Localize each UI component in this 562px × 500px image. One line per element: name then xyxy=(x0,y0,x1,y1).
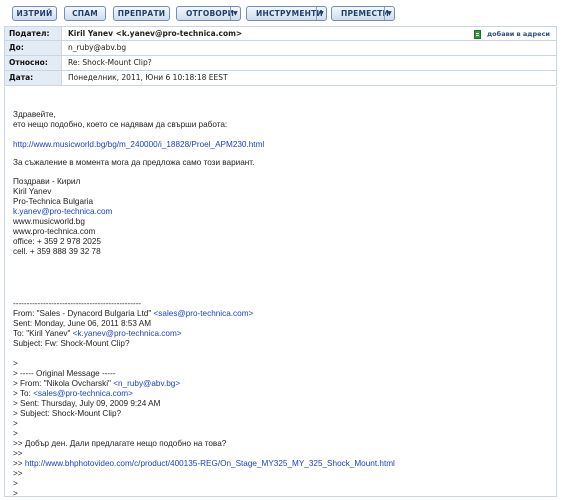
header-row-date: Дата: Понеделник, 2011, Юни 6 10:18:18 E… xyxy=(4,71,557,86)
header-row-from: Подател: Kiril Yanev <k.yanev@pro-techni… xyxy=(4,26,557,41)
bhphoto-product-link[interactable]: http://www.bhphotovideo.com/c/product/40… xyxy=(25,459,395,468)
quote-marker: > xyxy=(13,489,18,498)
quote-link-line: >> http://www.bhphotovideo.com/c/product… xyxy=(13,459,395,469)
quote-subject-line: Subject: Fw: Shock-Mount Clip? xyxy=(13,339,130,348)
delete-button-label: ИЗТРИЙ xyxy=(16,9,53,18)
quote-question-line: >> Добър ден. Дали предлагате нещо подоб… xyxy=(13,439,227,448)
quote-marker: > xyxy=(13,479,18,488)
quote-link-prefix: >> xyxy=(13,459,25,468)
move-button[interactable]: ПРЕМЕСТИ ▼ xyxy=(331,6,395,21)
quote-subject2-line: > Subject: Shock-Mount Clip? xyxy=(13,409,122,418)
note-line: За съжаление в момента мога да предложа … xyxy=(13,158,255,167)
tools-button[interactable]: ИНСТРУМЕНТИ ▼ xyxy=(246,6,327,21)
sig-web1: www.musicworld.bg xyxy=(13,217,85,226)
quote-to2-line: > To: <sales@pro-technica.com> xyxy=(13,389,133,399)
to-value[interactable]: n_ruby@abv.bg xyxy=(62,41,556,55)
quote-sent2-line: > Sent: Thursday, July 09, 2009 9:24 AM xyxy=(13,399,161,408)
reply-button[interactable]: ОТГОВОРИ ▼ xyxy=(176,6,241,21)
quote-marker: >> xyxy=(13,469,23,478)
chevron-down-icon[interactable]: ▼ xyxy=(230,7,240,20)
quote-from2-line: > From: "Nikola Ovcharski" <n_ruby@abv.b… xyxy=(13,379,180,389)
sig-office: office: + 359 2 978 2025 xyxy=(13,237,101,246)
from-label: Подател: xyxy=(5,27,62,40)
delete-button[interactable]: ИЗТРИЙ xyxy=(12,6,57,21)
quote-marker: >> xyxy=(13,449,23,458)
tools-button-label: ИНСТРУМЕНТИ xyxy=(256,9,323,18)
subject-label: Относно: xyxy=(5,56,62,70)
chevron-down-icon[interactable]: ▼ xyxy=(384,7,394,20)
toolbar: ИЗТРИЙ СПАМ ПРЕПРАТИ ОТГОВОРИ ▼ ИНСТРУМЕ… xyxy=(0,0,562,24)
quote-from2-text: > From: "Nikola Ovcharski" xyxy=(13,379,114,388)
date-value: Понеделник, 2011, Юни 6 10:18:18 EEST xyxy=(68,73,228,82)
from-value: Kiril Yanev <k.yanev@pro-technica.com> д… xyxy=(62,27,556,40)
message-body: Здравейте, ето нещо подобно, което се на… xyxy=(4,87,557,498)
sig-cell: cell. + 359 888 39 32 78 xyxy=(13,247,101,256)
spam-button-label: СПАМ xyxy=(72,9,98,18)
quote-to2-text: > To: xyxy=(13,389,34,398)
quote-marker: > xyxy=(13,429,18,438)
quote-to-line: To: "Kiril Yanev" <k.yanev@pro-technica.… xyxy=(13,329,182,339)
header-row-to: До: n_ruby@abv.bg xyxy=(4,41,557,56)
add-to-contacts-button[interactable]: добави в адреси xyxy=(473,27,550,41)
sig-email-link[interactable]: k.yanev@pro-technica.com xyxy=(13,207,112,217)
sig-web2: www.pro-technica.com xyxy=(13,227,96,236)
sender-address[interactable]: Kiril Yanev <k.yanev@pro-technica.com> xyxy=(68,29,242,38)
forward-button-label: ПРЕПРАТИ xyxy=(117,9,166,18)
header-row-subject: Относно: Re: Shock-Mount Clip? xyxy=(4,56,557,71)
quote-from-line: From: "Sales - Dynacord Bulgaria Ltd" <s… xyxy=(13,309,253,319)
quote-to2-email-link[interactable]: <sales@pro-technica.com> xyxy=(33,389,133,398)
address-book-icon xyxy=(473,29,481,39)
quote-to-email-link[interactable]: <k.yanev@pro-technica.com> xyxy=(73,329,182,338)
reply-button-label: ОТГОВОРИ xyxy=(186,9,235,18)
greeting: Здравейте, xyxy=(13,110,56,119)
quote-from2-email-link[interactable]: <n_ruby@abv.bg> xyxy=(113,379,180,388)
sig-company: Pro-Technica Bulgaria xyxy=(13,197,94,206)
intro-line: ето нещо подобно, което се надявам да св… xyxy=(13,120,228,129)
subject-value: Re: Shock-Mount Clip? xyxy=(68,58,152,67)
chevron-down-icon[interactable]: ▼ xyxy=(316,7,326,20)
quote-marker: > xyxy=(13,419,18,428)
quote-separator: ----------------------------------------… xyxy=(13,299,142,308)
quote-marker: > xyxy=(13,359,18,368)
quote-from-text: From: "Sales - Dynacord Bulgaria Ltd" xyxy=(13,309,154,318)
date-label: Дата: xyxy=(5,71,62,85)
quote-from-email-link[interactable]: <sales@pro-technica.com> xyxy=(154,309,254,318)
add-to-contacts-label: добави в адреси xyxy=(486,30,550,38)
original-message-line: > ----- Original Message ----- xyxy=(13,369,116,378)
spam-button[interactable]: СПАМ xyxy=(64,6,106,21)
sig-name: Kiril Yanev xyxy=(13,187,52,196)
quote-to-text: To: "Kiril Yanev" xyxy=(13,329,73,338)
move-button-label: ПРЕМЕСТИ xyxy=(341,9,389,18)
sig-greeting: Поздрави - Кирил xyxy=(13,177,81,186)
forward-button[interactable]: ПРЕПРАТИ xyxy=(113,6,170,21)
product-link[interactable]: http://www.musicworld.bg/bg/m_240000/i_1… xyxy=(13,140,264,150)
quote-sent-line: Sent: Monday, June 06, 2011 8:53 AM xyxy=(13,319,152,328)
to-label: До: xyxy=(5,41,62,55)
